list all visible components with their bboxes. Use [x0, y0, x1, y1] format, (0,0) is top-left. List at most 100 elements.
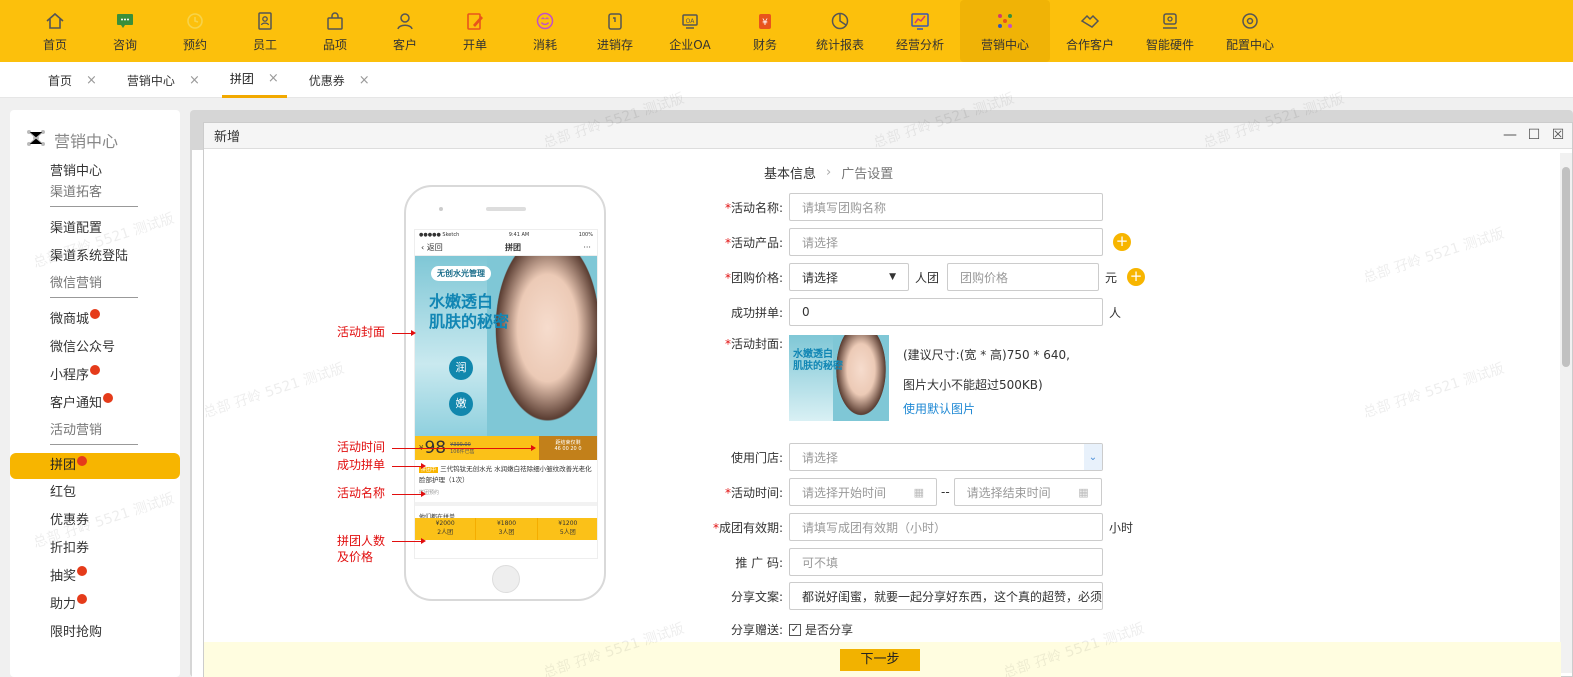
- nav-item-4[interactable]: 品项: [300, 0, 370, 62]
- cover-thumbnail[interactable]: 水嫩透白 肌肤的秘密: [789, 335, 889, 421]
- tier-people: 3人团: [498, 529, 515, 536]
- nav-item-7[interactable]: 消耗: [510, 0, 580, 62]
- nav-item-8[interactable]: 进销存: [580, 0, 650, 62]
- svg-text:OA: OA: [686, 18, 696, 25]
- top-navigation: 首页 咨询 预约 员工 品项 客户 开单 消耗 进销存 OA 企业OA ¥ 财务 统计报表 经营分析 营销中心…: [0, 0, 1573, 62]
- tier-people: 2人团: [437, 529, 454, 536]
- sidebar-divider: [50, 444, 138, 445]
- tab-2[interactable]: 拼团 ×: [221, 62, 287, 98]
- people-count-select[interactable]: 请选择 ▼: [789, 263, 909, 291]
- valid-period-input[interactable]: 请填写成团有效期（小时）: [789, 513, 1103, 541]
- minimize-icon[interactable]: —: [1502, 127, 1518, 143]
- add-price-tier-button[interactable]: +: [1127, 268, 1146, 286]
- step-ad-settings[interactable]: 广告设置: [841, 163, 893, 182]
- sidebar-item[interactable]: 限时抢购: [10, 619, 180, 647]
- valid-label-text: 成团有效期:: [718, 520, 783, 535]
- tab-close-icon[interactable]: ×: [189, 73, 200, 88]
- annotation-cover-arrow: [392, 330, 416, 336]
- nav-item-9[interactable]: OA 企业OA: [650, 0, 730, 62]
- nav-item-13[interactable]: 营销中心: [960, 0, 1050, 62]
- form-row-valid: *成团有效期: 请填写成团有效期（小时） 小时: [709, 513, 1133, 541]
- sidebar-item[interactable]: 助力: [10, 591, 180, 619]
- sidebar-item[interactable]: 折扣券: [10, 535, 180, 563]
- chevron-down-icon: ⌄: [1084, 444, 1102, 470]
- nav-item-1[interactable]: 咨询: [90, 0, 160, 62]
- nav-item-14[interactable]: 合作客户: [1050, 0, 1130, 62]
- share-checkbox-label: 是否分享: [805, 623, 854, 637]
- nav-item-16[interactable]: 配置中心: [1210, 0, 1290, 62]
- use-default-image-link[interactable]: 使用默认图片: [903, 400, 1070, 417]
- dialog-scrollbar[interactable]: [1560, 153, 1572, 673]
- annotation-tier-arrow: [392, 538, 426, 544]
- annotation-time-arrow: [392, 445, 536, 451]
- tab-close-icon[interactable]: ×: [86, 73, 97, 88]
- sidebar-item[interactable]: 渠道系统登陆: [10, 243, 180, 271]
- share-text-input[interactable]: 都说好闺蜜，就要一起分享好东西，这个真的超赞，必须: [789, 582, 1103, 610]
- share-checkbox[interactable]: ✓: [789, 623, 801, 636]
- nav-item-label: 营销中心: [980, 37, 1029, 52]
- store-select[interactable]: 请选择 ⌄: [789, 443, 1103, 471]
- hot-badge-icon: [77, 594, 87, 604]
- dialog-header: 新增 — ☐ ☒: [204, 123, 1572, 149]
- hot-badge-icon: [90, 365, 100, 375]
- activity-product-select[interactable]: 请选择: [789, 228, 1103, 256]
- start-time-input[interactable]: 请选择开始时间 ▦: [789, 478, 937, 506]
- tab-1[interactable]: 营销中心 ×: [119, 62, 208, 98]
- end-time-input[interactable]: 请选择结束时间 ▦: [953, 478, 1102, 506]
- nav-item-2[interactable]: 预约: [160, 0, 230, 62]
- add-product-button[interactable]: +: [1113, 233, 1131, 251]
- tab-3[interactable]: 优惠券 ×: [301, 62, 378, 98]
- old-price: ¥399.00: [450, 441, 471, 448]
- promo-code-input[interactable]: 可不填: [789, 548, 1103, 576]
- scroll-thumb[interactable]: [1562, 167, 1570, 367]
- tier-people: 5人团: [559, 529, 576, 536]
- nav-item-15[interactable]: 智能硬件: [1130, 0, 1210, 62]
- new-groupbuy-dialog: 新增 — ☐ ☒ 基本信息 › 广告设置 ●●●●● Sketch 9:41 A…: [203, 122, 1573, 677]
- nav-item-10[interactable]: ¥ 财务: [730, 0, 800, 62]
- nav-item-3[interactable]: 员工: [230, 0, 300, 62]
- next-step-button[interactable]: 下一步: [840, 649, 920, 671]
- tab-close-icon[interactable]: ×: [359, 73, 370, 88]
- tab-0[interactable]: 首页 ×: [40, 62, 105, 98]
- tab-close-icon[interactable]: ×: [268, 71, 279, 86]
- nav-item-label: 合作客户: [1065, 37, 1114, 52]
- maximize-icon[interactable]: ☐: [1526, 127, 1542, 143]
- step-basic-info[interactable]: 基本信息: [764, 163, 816, 182]
- sidebar-item[interactable]: 拼团: [10, 453, 180, 479]
- activity-name-input[interactable]: 请填写团购名称: [789, 193, 1103, 221]
- groupbuy-price-input[interactable]: 团购价格: [947, 263, 1100, 291]
- status-time: 9:41 AM: [508, 232, 530, 238]
- sidebar-item[interactable]: 微商城: [10, 306, 180, 334]
- sidebar-item-label: 渠道系统登陆: [50, 249, 129, 264]
- close-icon[interactable]: ☒: [1550, 127, 1566, 143]
- nav-item-11[interactable]: 统计报表: [800, 0, 880, 62]
- nav-item-5[interactable]: 客户: [370, 0, 440, 62]
- sidebar-item[interactable]: 客户通知: [10, 390, 180, 418]
- sidebar-item[interactable]: 渠道配置: [10, 215, 180, 243]
- model-face-image: [487, 256, 597, 436]
- cover-badge-2: 嫩: [449, 392, 473, 416]
- time-separator: --: [941, 485, 950, 499]
- cover-limit-hint: 图片大小不能超过500KB): [903, 378, 1043, 392]
- sidebar-item-label: 助力: [50, 597, 77, 612]
- countdown-value: 46 00 20 0: [554, 446, 582, 452]
- nav-item-0[interactable]: 首页: [20, 0, 90, 62]
- status-battery: 100%: [578, 232, 593, 238]
- tier-price: ¥1800: [496, 520, 517, 527]
- sidebar-item[interactable]: 红包: [10, 479, 180, 507]
- hot-badge-icon: [77, 456, 87, 466]
- nav-item-6[interactable]: 开单: [440, 0, 510, 62]
- sidebar-item[interactable]: 抽奖: [10, 563, 180, 591]
- sidebar-item[interactable]: 优惠券: [10, 507, 180, 535]
- valid-label: *成团有效期:: [712, 520, 783, 535]
- tab-label: 营销中心: [126, 73, 175, 88]
- cover-size-hint: (建议尺寸:(宽 * 高)750 * 640,: [903, 348, 1070, 362]
- success-count-input[interactable]: 0: [789, 298, 1103, 326]
- sidebar-item[interactable]: 微信公众号: [10, 334, 180, 362]
- phone-tier-list: ¥2000 2人团 ¥1800 3人团 ¥1200 5人团: [415, 518, 597, 540]
- sidebar-group: 微信营销: [50, 276, 103, 291]
- sidebar-item[interactable]: 营销中心: [10, 158, 180, 180]
- nav-item-label: 开单: [462, 37, 487, 52]
- sidebar-item[interactable]: 小程序: [10, 362, 180, 390]
- nav-item-12[interactable]: 经营分析: [880, 0, 960, 62]
